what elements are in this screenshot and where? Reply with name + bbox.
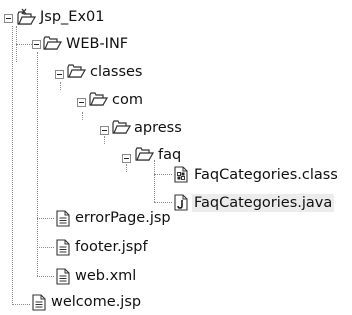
collapse-toggle-icon[interactable] bbox=[55, 70, 64, 79]
collapse-toggle-icon[interactable] bbox=[77, 98, 86, 107]
node-label: welcome.jsp bbox=[51, 294, 142, 310]
node-label: apress bbox=[134, 120, 182, 136]
node-label: FaqCategories.java bbox=[192, 194, 335, 212]
document-icon bbox=[56, 268, 70, 289]
folder-open-icon bbox=[42, 35, 63, 55]
folder-open-icon bbox=[66, 63, 87, 83]
document-icon bbox=[56, 210, 70, 231]
folder-open-icon bbox=[134, 146, 155, 166]
node-label: Jsp_Ex01 bbox=[40, 9, 105, 25]
node-label: WEB-INF bbox=[66, 36, 129, 52]
node-label: faq bbox=[158, 147, 182, 163]
collapse-toggle-icon[interactable] bbox=[100, 126, 109, 135]
class-file-icon bbox=[174, 166, 188, 187]
document-icon bbox=[56, 239, 70, 260]
collapse-toggle-icon[interactable] bbox=[4, 14, 13, 23]
node-label: classes bbox=[90, 64, 143, 80]
node-label: com bbox=[112, 92, 143, 108]
java-file-icon bbox=[174, 194, 188, 215]
document-icon bbox=[32, 294, 46, 315]
node-label: web.xml bbox=[75, 268, 137, 284]
folder-open-icon bbox=[111, 119, 132, 139]
collapse-toggle-icon[interactable] bbox=[122, 154, 131, 163]
node-label: errorPage.jsp bbox=[75, 210, 171, 226]
collapse-toggle-icon[interactable] bbox=[32, 40, 41, 49]
node-label: footer.jspf bbox=[75, 239, 148, 255]
node-label: FaqCategories.class bbox=[194, 167, 338, 183]
folder-open-icon bbox=[88, 91, 109, 111]
project-folder-icon bbox=[16, 8, 37, 30]
